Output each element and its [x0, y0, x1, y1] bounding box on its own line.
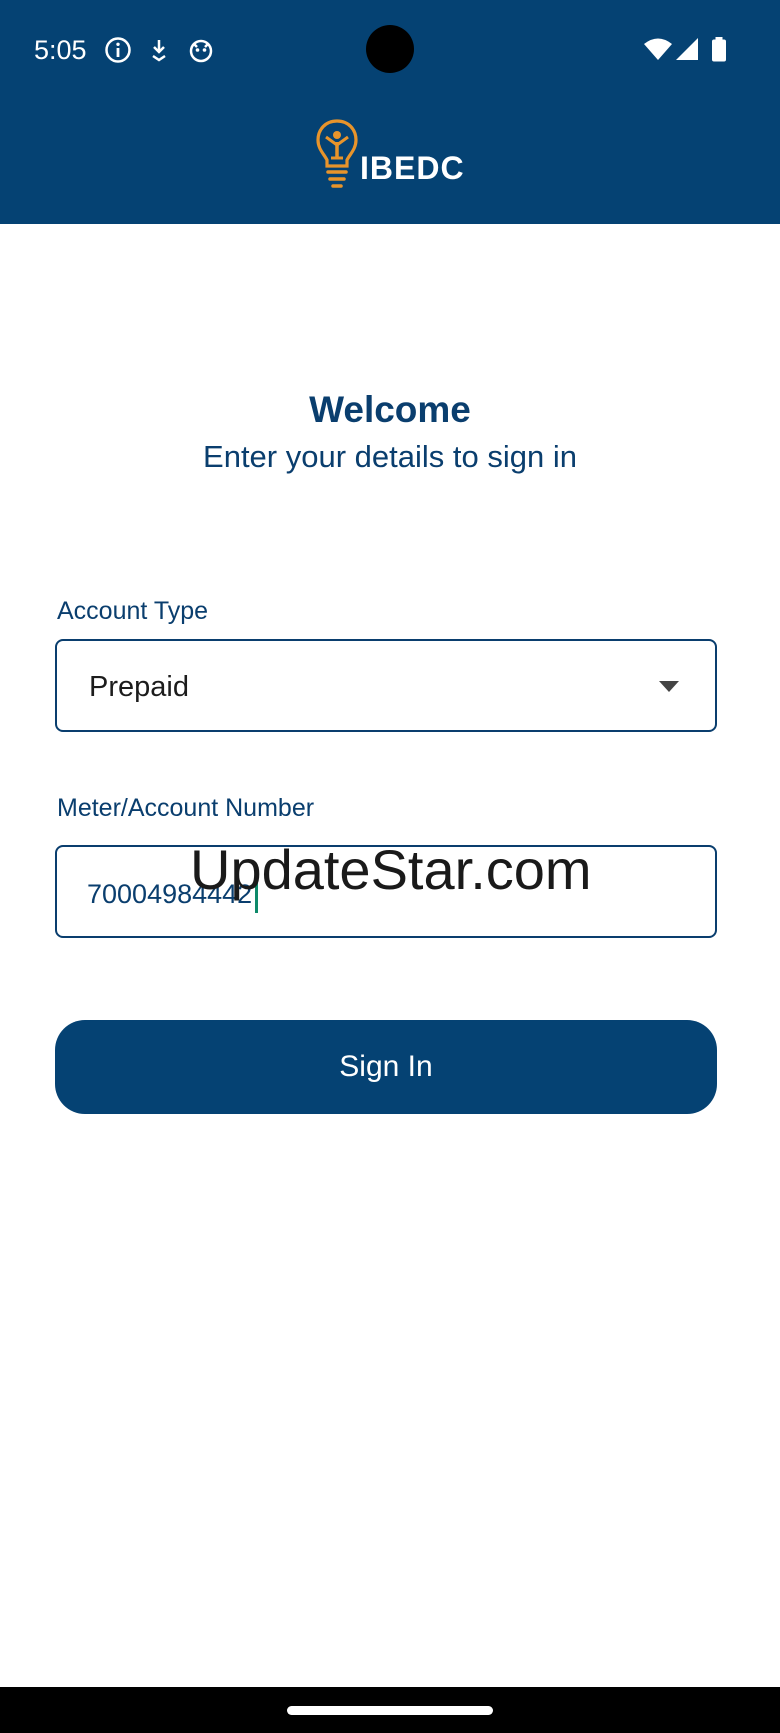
- home-indicator[interactable]: [287, 1706, 493, 1715]
- watermark-text: UpdateStar.com: [190, 838, 592, 901]
- sign-in-button[interactable]: Sign In: [55, 1020, 717, 1114]
- page-subtitle: Enter your details to sign in: [203, 439, 577, 474]
- lightbulb-person-icon: [316, 119, 358, 188]
- caret-down-icon: [659, 681, 679, 692]
- account-type-dropdown[interactable]: Prepaid: [55, 639, 717, 732]
- wifi-icon: [644, 38, 672, 60]
- ibedc-logo: IBEDC: [316, 118, 472, 190]
- download-icon: [152, 40, 166, 62]
- account-type-value: Prepaid: [89, 671, 189, 703]
- bug-icon: [189, 39, 213, 63]
- status-time: 5:05: [34, 35, 87, 65]
- signal-icon: [676, 38, 698, 60]
- app-header: 5:05 IBEDC: [0, 0, 780, 224]
- camera-cutout: [366, 25, 414, 73]
- battery-icon: [712, 37, 726, 62]
- account-type-label: Account Type: [57, 597, 209, 625]
- navigation-bar: [0, 1687, 780, 1733]
- info-icon: [105, 37, 131, 63]
- status-bar: 5:05: [0, 0, 780, 100]
- meter-number-label: Meter/Account Number: [57, 794, 315, 822]
- page-title: Welcome: [309, 389, 471, 430]
- logo-text: IBEDC: [360, 150, 465, 186]
